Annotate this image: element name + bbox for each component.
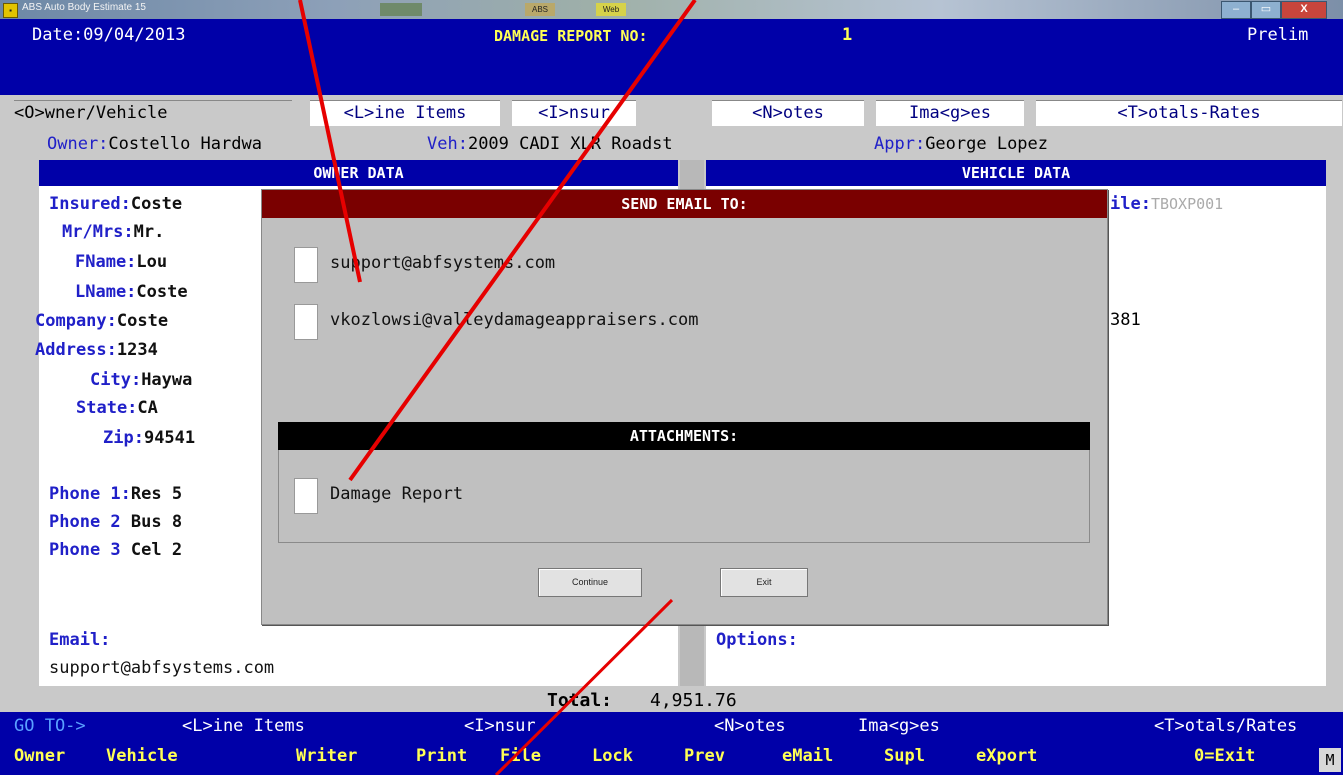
annotation-line-unused [358,0,458,160]
annotation-overlay [298,0,697,775]
annotation-line-attachment [348,0,697,482]
annotation-line-exit [494,598,674,775]
annotation-line-recipient [298,0,362,283]
